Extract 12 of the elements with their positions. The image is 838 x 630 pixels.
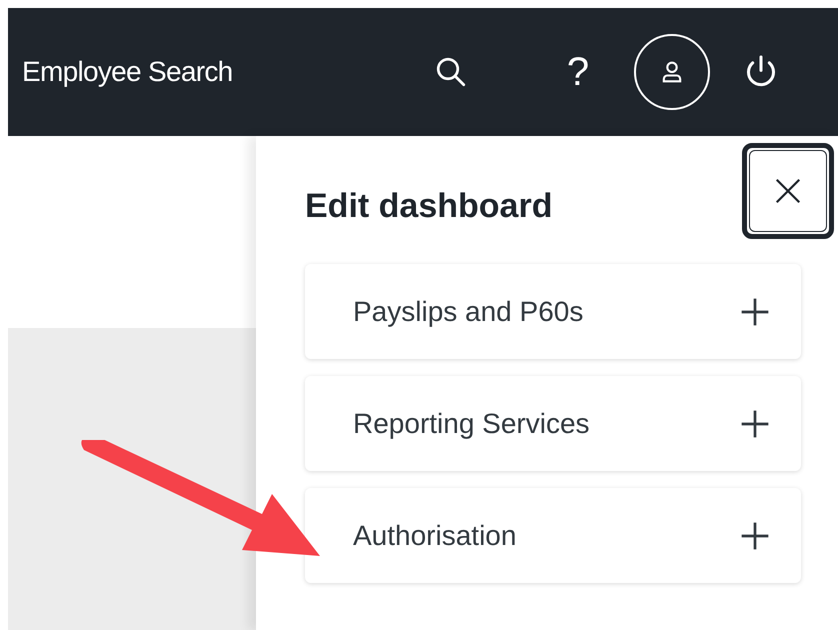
plus-icon bbox=[739, 408, 771, 440]
plus-icon bbox=[739, 296, 771, 328]
app-title: Employee Search bbox=[22, 55, 234, 89]
widget-option[interactable]: Reporting Services bbox=[305, 376, 801, 471]
close-button[interactable] bbox=[742, 143, 834, 239]
close-icon bbox=[773, 176, 803, 206]
widget-option[interactable]: Payslips and P60s bbox=[305, 264, 801, 359]
panel-title: Edit dashboard bbox=[305, 186, 552, 227]
help-button[interactable]: ? bbox=[558, 42, 598, 102]
profile-button[interactable] bbox=[634, 34, 710, 110]
plus-icon bbox=[739, 520, 771, 552]
widget-option[interactable]: Authorisation bbox=[305, 488, 801, 583]
